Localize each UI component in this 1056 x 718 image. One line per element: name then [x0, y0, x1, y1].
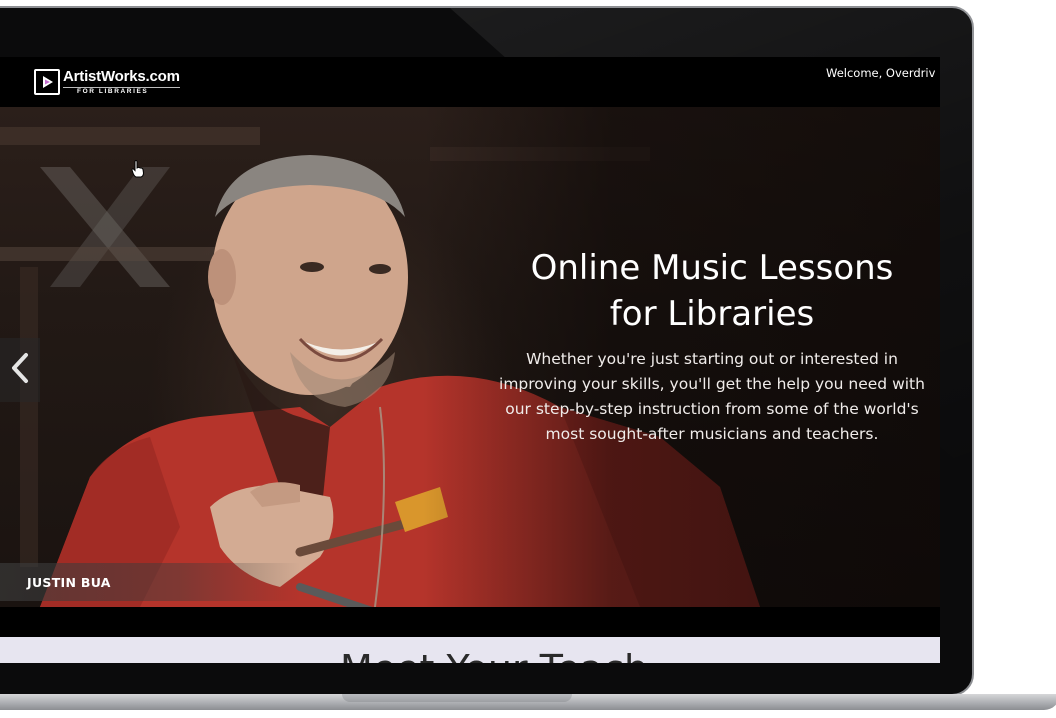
site-header: ArtistWorks.com FOR LIBRARIES Welcome, O…: [0, 57, 940, 107]
section-heading: Meet Your Teach: [340, 649, 648, 663]
logo-subtitle: FOR LIBRARIES: [63, 86, 180, 96]
logo-name: ArtistWorks.com: [63, 67, 180, 85]
hero-description: Whether you're just starting out or inte…: [499, 350, 925, 443]
slide-caption: JUSTIN BUA: [0, 563, 300, 601]
chevron-left-icon: [10, 352, 30, 389]
caption-text: JUSTIN BUA: [27, 575, 111, 590]
slider-prev-button[interactable]: [0, 338, 40, 402]
laptop-mockup: ArtistWorks.com FOR LIBRARIES Welcome, O…: [0, 0, 1056, 718]
laptop-hinge-notch: [342, 694, 572, 702]
hero-slider: Online Music Lessons for Libraries Wheth…: [0, 107, 940, 607]
logo-text: ArtistWorks.com FOR LIBRARIES: [63, 69, 180, 96]
hero-title-line1: Online Music Lessons: [530, 248, 894, 288]
teachers-section: Meet Your Teach: [0, 637, 940, 663]
hero-title: Online Music Lessons for Libraries: [492, 245, 932, 337]
play-icon: [34, 69, 60, 95]
hero-content: Online Music Lessons for Libraries Wheth…: [492, 245, 932, 447]
welcome-message[interactable]: Welcome, Overdriv: [826, 66, 940, 80]
hero-title-line2: for Libraries: [609, 294, 815, 334]
artistworks-logo[interactable]: ArtistWorks.com FOR LIBRARIES: [34, 67, 180, 97]
browser-screen: ArtistWorks.com FOR LIBRARIES Welcome, O…: [0, 57, 940, 663]
hand-pointer-icon: [131, 160, 145, 183]
